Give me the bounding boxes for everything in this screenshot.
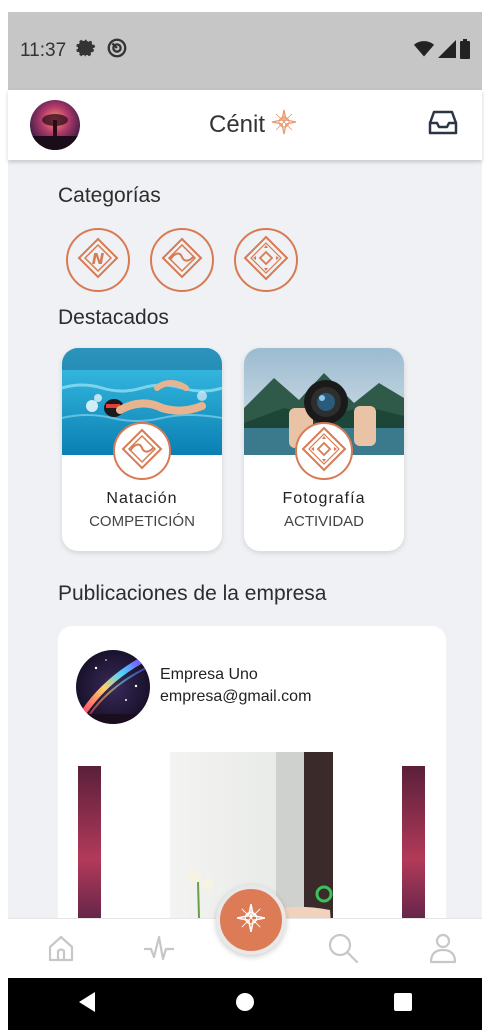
- categories-title: Categorías: [58, 184, 161, 207]
- posts-title: Publicaciones de la empresa: [58, 582, 327, 605]
- nav-activity[interactable]: [142, 933, 176, 967]
- category-swimming[interactable]: [150, 228, 214, 292]
- company-email: empresa@gmail.com: [160, 688, 312, 705]
- category-photography[interactable]: [234, 228, 298, 292]
- main-content[interactable]: Categorías N Destacados Natación COMPETI…: [8, 160, 482, 918]
- recents-icon[interactable]: [393, 992, 413, 1017]
- explore-fab[interactable]: [216, 885, 286, 955]
- nav-home[interactable]: [44, 933, 78, 967]
- featured-list: Natación COMPETICIÓN Fotografía ACTIVIDA…: [62, 348, 404, 551]
- nav-diamond-icon: N: [76, 236, 120, 285]
- home-circle-icon[interactable]: [235, 992, 255, 1017]
- search-icon: [327, 932, 359, 969]
- featured-card-photography[interactable]: Fotografía ACTIVIDAD: [244, 348, 404, 551]
- inbox-icon: [427, 109, 459, 142]
- status-time: 11:37: [20, 40, 67, 61]
- app-bar: Cénit: [8, 90, 482, 160]
- target-diamond-icon: [243, 235, 289, 286]
- swimming-badge: [113, 422, 171, 480]
- status-bar: 11:37: [8, 12, 482, 90]
- inbox-button[interactable]: [426, 108, 460, 142]
- settings-icon: [76, 38, 96, 64]
- system-nav-bar: [8, 978, 482, 1030]
- featured-subtitle: ACTIVIDAD: [283, 513, 364, 530]
- featured-name: Natación: [106, 490, 178, 507]
- company-avatar[interactable]: [76, 650, 150, 724]
- featured-subtitle: COMPETICIÓN: [89, 513, 195, 530]
- compass-icon: [271, 109, 297, 142]
- battery-icon: [460, 38, 470, 64]
- photography-badge: [295, 422, 353, 480]
- bottom-nav: [8, 885, 482, 978]
- nav-profile[interactable]: [426, 933, 460, 967]
- home-icon: [46, 933, 76, 968]
- featured-title: Destacados: [58, 306, 169, 329]
- wifi-icon: [414, 40, 434, 63]
- status-right: [414, 38, 470, 64]
- target-diamond-icon: [301, 426, 347, 477]
- compass-icon: [236, 903, 266, 938]
- signal-icon: [438, 39, 456, 63]
- back-icon[interactable]: [77, 991, 97, 1018]
- svg-text:N: N: [92, 250, 105, 268]
- brand: Cénit: [209, 109, 297, 142]
- app-title: Cénit: [208, 111, 266, 138]
- profile-avatar[interactable]: [30, 100, 80, 150]
- wave-diamond-icon: [120, 427, 164, 476]
- status-left: 11:37: [20, 37, 128, 65]
- activity-icon: [143, 933, 175, 968]
- focus-icon: [106, 37, 128, 65]
- category-navigation[interactable]: N: [66, 228, 130, 292]
- profile-icon: [428, 932, 458, 969]
- company-name: Empresa Uno: [160, 666, 258, 683]
- featured-card-swimming[interactable]: Natación COMPETICIÓN: [62, 348, 222, 551]
- wave-diamond-icon: [160, 236, 204, 285]
- categories-list: N: [66, 228, 298, 292]
- nav-search[interactable]: [326, 933, 360, 967]
- post-card[interactable]: Empresa Uno empresa@gmail.com: [58, 626, 446, 918]
- featured-name: Fotografía: [282, 490, 366, 507]
